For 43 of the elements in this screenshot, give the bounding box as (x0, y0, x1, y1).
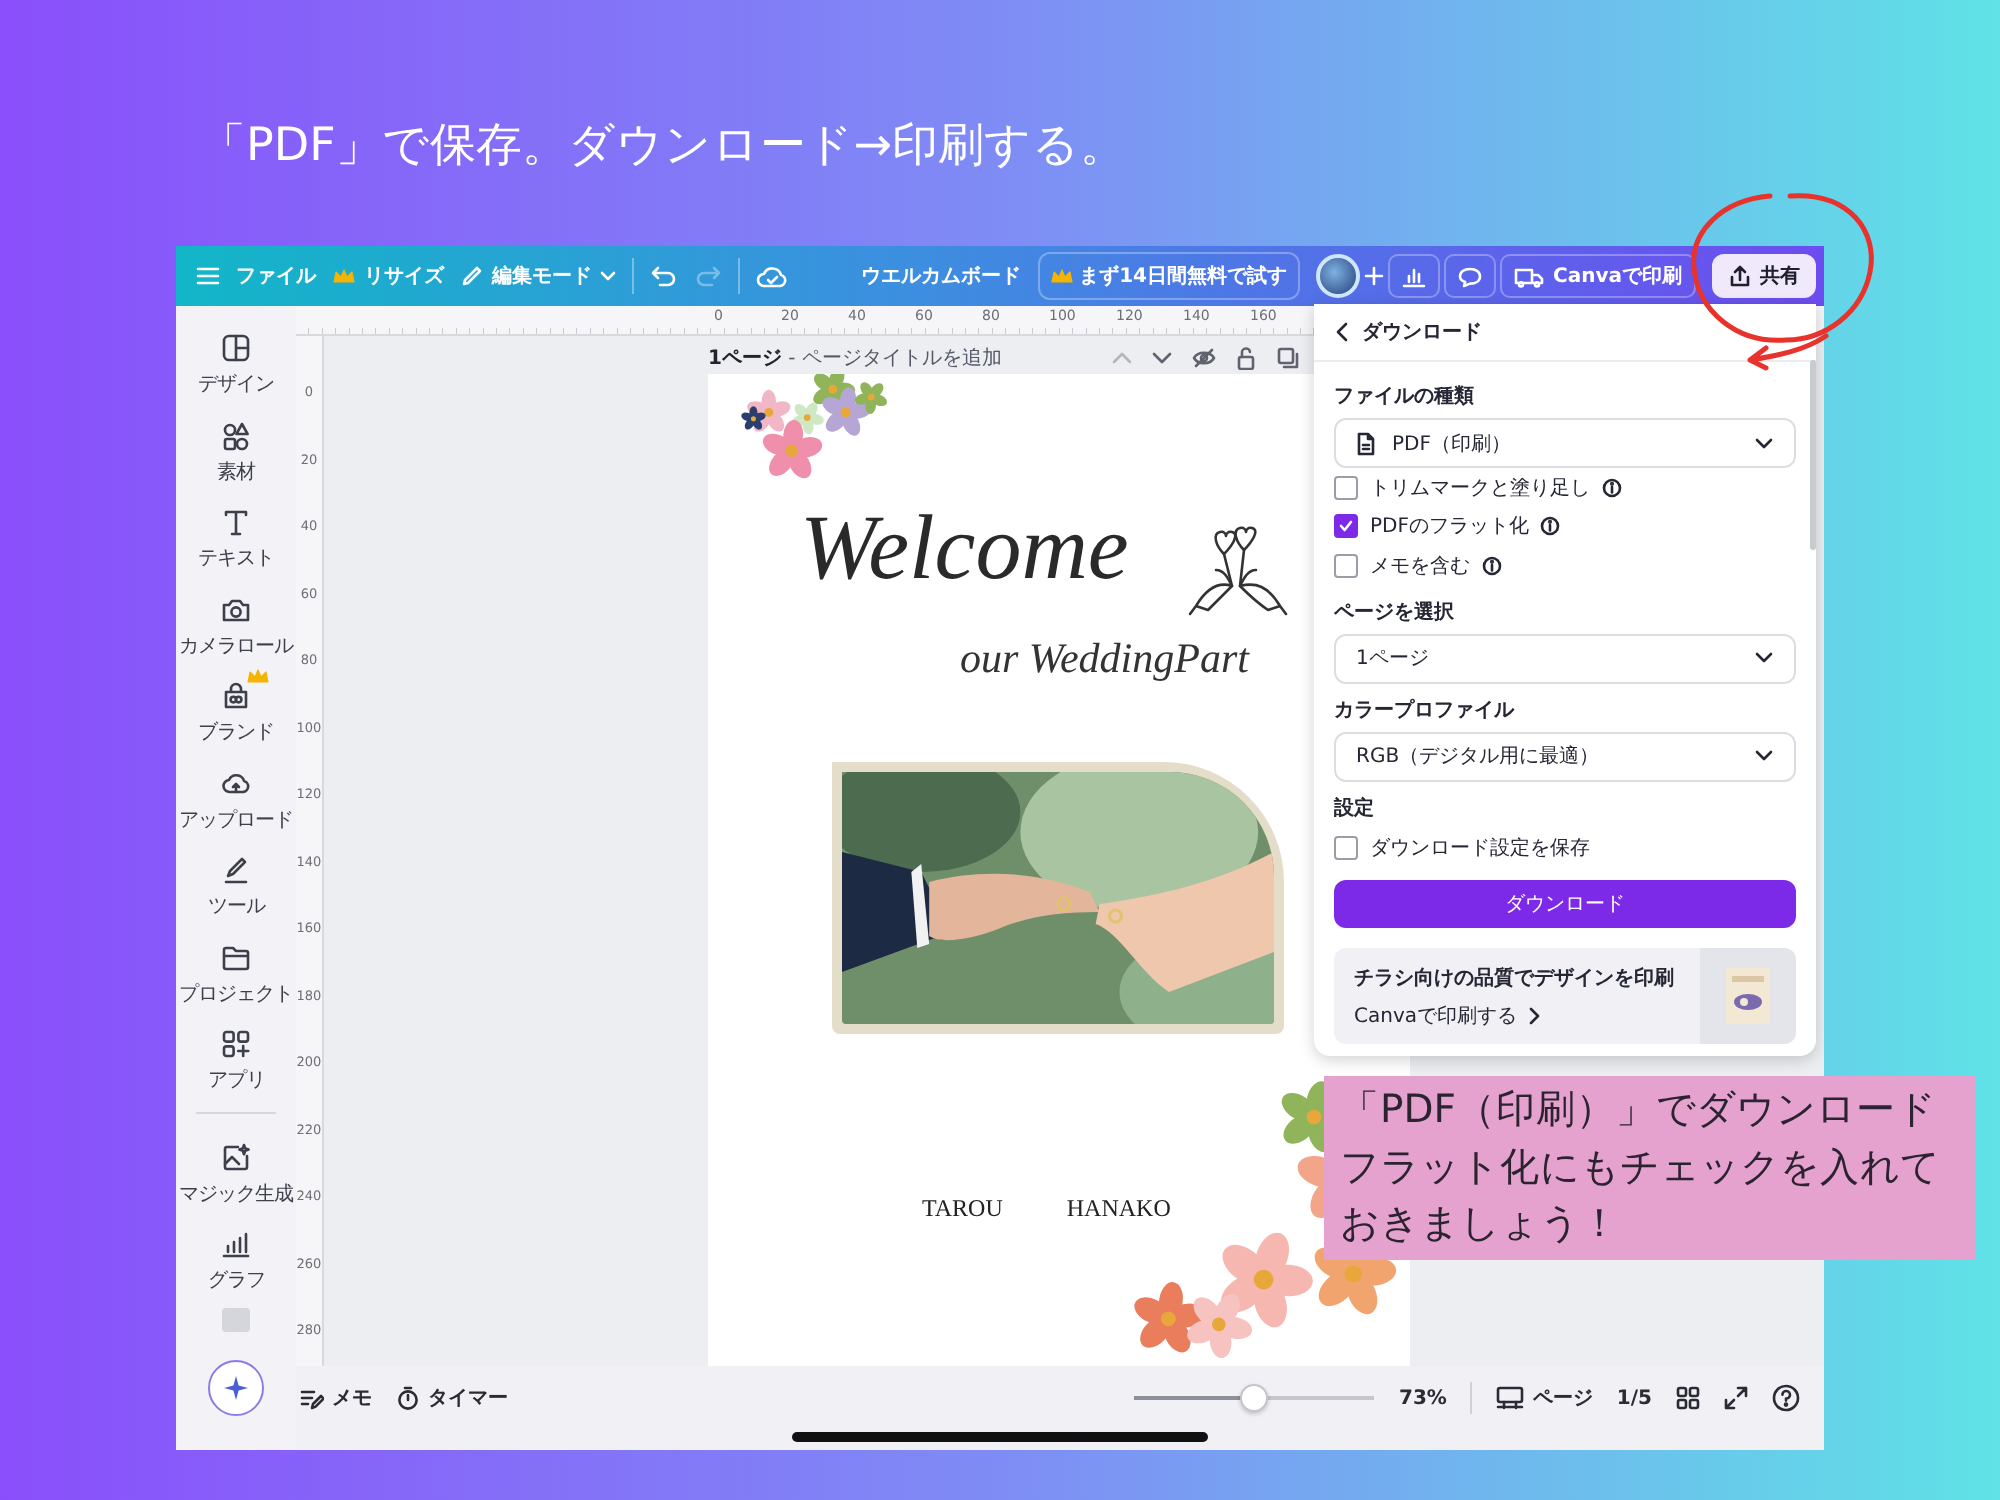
zoom-reading: 73% (1398, 1387, 1447, 1409)
back-button[interactable]: ダウンロード (1314, 304, 1816, 362)
sidebar-item[interactable]: ツール (207, 842, 265, 929)
dropdown[interactable]: RGB（デジタル用に最適） (1334, 731, 1796, 781)
notes-button[interactable]: メモ (300, 1384, 372, 1412)
dropdown[interactable]: PDF（印刷） (1334, 418, 1796, 468)
welcome-title: Welcome (800, 494, 1129, 602)
section-label: カラープロファイル (1334, 696, 1517, 723)
sidebar-item[interactable]: アップロード (179, 755, 293, 842)
sidebar-item[interactable]: カメラロール (179, 581, 293, 668)
sidebar-item[interactable]: テキスト (198, 494, 274, 581)
pages-button[interactable]: ページ (1496, 1384, 1593, 1412)
promo-title: チラシ向けの品質でデザインを印刷 (1354, 965, 1676, 992)
couple-name: TAROU (922, 1194, 1003, 1224)
dropdown[interactable]: 1ページ (1334, 633, 1796, 683)
couple-name: HANAKO (1066, 1194, 1171, 1224)
download-button[interactable]: ダウンロード (1334, 880, 1796, 928)
sidebar-item[interactable]: プロジェクト (179, 929, 293, 1016)
sidebar-item[interactable]: アプリ (207, 1016, 265, 1103)
callout-text: 「PDF（印刷）」でダウンロード (1340, 1084, 1938, 1136)
checkbox-label: PDFのフラット化 (1370, 514, 1529, 541)
slide-heading: 「PDF」で保存。ダウンロード→印刷する。 (198, 118, 1129, 176)
print-link[interactable]: Canvaで印刷する (1354, 1002, 1700, 1030)
trial-button[interactable]: まず14日間無料で試す (1037, 252, 1300, 300)
callout-text: フラット化にもチェックを入れて (1340, 1141, 1942, 1193)
print-button[interactable]: Canvaで印刷 (1499, 254, 1696, 298)
sidebar-item[interactable]: ブランド (198, 668, 274, 755)
section-label: ページを選択 (1334, 599, 1456, 625)
share-button[interactable]: 共有 (1712, 254, 1816, 298)
checkbox-label: トリムマークと塗り足し (1370, 475, 1590, 502)
section-label: ファイルの種類 (1334, 383, 1476, 410)
checkbox-label: ダウンロード設定を保存 (1370, 835, 1590, 863)
sidebar-item[interactable]: グラフ (207, 1216, 265, 1303)
page-title[interactable]: 1ページ - ページタイトルを追加 (708, 344, 1002, 372)
checkbox-label: メモを含む (1370, 553, 1470, 580)
timer-button[interactable]: タイマー (396, 1384, 508, 1412)
section-label: 設定 (1334, 794, 1376, 821)
sidebar-item[interactable]: 素材 (217, 407, 255, 494)
callout-text: おきましょう！ (1340, 1198, 1622, 1250)
sidebar-item[interactable]: デザイン (198, 320, 274, 407)
page-count: 1/5 (1616, 1387, 1652, 1409)
welcome-subtitle: our WeddingPart (960, 634, 1249, 682)
sidebar-item[interactable]: マジック生成 (179, 1129, 293, 1216)
